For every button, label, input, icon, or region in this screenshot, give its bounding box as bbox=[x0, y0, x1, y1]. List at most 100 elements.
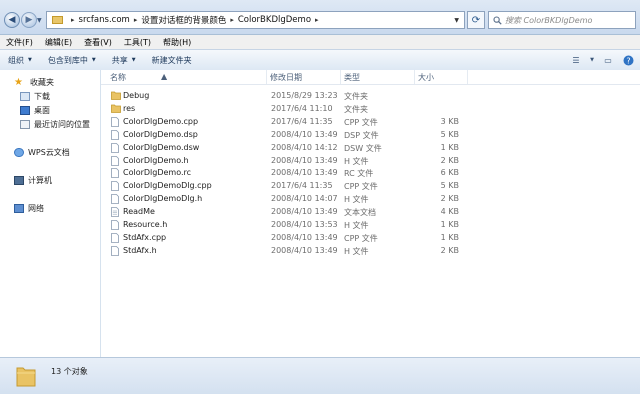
file-name: ColorDlgDemoDlg.cpp bbox=[123, 181, 212, 191]
share-button[interactable]: 共享 ▼ bbox=[104, 55, 144, 66]
chevron-right-icon[interactable]: ▸ bbox=[230, 16, 234, 24]
breadcrumb-item[interactable]: ColorBKDlgDemo bbox=[238, 15, 311, 25]
column-divider[interactable] bbox=[266, 70, 267, 84]
computer-icon bbox=[14, 176, 24, 185]
include-label: 包含到库中 bbox=[47, 55, 88, 65]
file-row[interactable]: ColorDlgDemo.rc 2008/4/10 13:49 RC 文件 6 KB bbox=[101, 167, 640, 180]
file-type: DSP 文件 bbox=[344, 130, 379, 140]
sidebar-item-wps-cloud[interactable]: WPS云文档 bbox=[14, 147, 70, 158]
help-icon[interactable]: ? bbox=[620, 53, 636, 67]
column-header-size[interactable]: 大小 bbox=[418, 72, 434, 83]
chevron-down-icon[interactable]: ▼ bbox=[588, 53, 596, 67]
file-row[interactable]: ColorDlgDemo.cpp 2017/6/4 11:35 CPP 文件 3 KB bbox=[101, 116, 640, 129]
file-row[interactable]: ColorDlgDemoDlg.h 2008/4/10 14:07 H 文件 2 KB bbox=[101, 193, 640, 206]
sidebar-item-label: 最近访问的位置 bbox=[34, 120, 90, 129]
network-icon bbox=[14, 204, 24, 213]
new-folder-button[interactable]: 新建文件夹 bbox=[144, 55, 200, 66]
search-input[interactable] bbox=[505, 15, 625, 25]
sidebar-item-label: 桌面 bbox=[34, 106, 50, 115]
sidebar-item-downloads[interactable]: 下载 bbox=[20, 91, 50, 102]
folder-icon bbox=[52, 16, 63, 24]
text-file-icon bbox=[111, 207, 119, 219]
file-size: 3 KB bbox=[440, 116, 459, 126]
file-date: 2008/4/10 13:49 bbox=[271, 232, 338, 242]
file-name: ReadMe bbox=[123, 207, 155, 217]
chevron-down-icon: ▼ bbox=[28, 57, 32, 63]
sidebar-item-network[interactable]: 网络 bbox=[14, 203, 44, 214]
sidebar-item-favorites[interactable]: ★ 收藏夹 bbox=[14, 77, 54, 88]
file-type: H 文件 bbox=[344, 156, 369, 166]
file-date: 2008/4/10 13:49 bbox=[271, 245, 338, 255]
include-in-library-button[interactable]: 包含到库中 ▼ bbox=[40, 55, 104, 66]
file-row[interactable]: StdAfx.cpp 2008/4/10 13:49 CPP 文件 1 KB bbox=[101, 232, 640, 245]
new-folder-label: 新建文件夹 bbox=[151, 55, 192, 65]
folder-icon bbox=[111, 104, 121, 115]
file-size: 1 KB bbox=[440, 142, 459, 152]
view-options-icon[interactable]: ☰ bbox=[568, 53, 584, 67]
address-bar[interactable]: ▸ srcfans.com ▸ 设置对话框的背景颜色 ▸ ColorBKDlgD… bbox=[46, 11, 465, 29]
sidebar-item-label: WPS云文档 bbox=[28, 148, 70, 157]
file-size: 4 KB bbox=[440, 207, 459, 217]
chevron-right-icon[interactable]: ▸ bbox=[315, 16, 319, 24]
column-header-name[interactable]: 名称 bbox=[110, 72, 126, 83]
sidebar-item-label: 计算机 bbox=[28, 176, 52, 185]
file-date: 2008/4/10 13:53 bbox=[271, 220, 338, 229]
folder-icon bbox=[15, 364, 37, 390]
file-row[interactable]: ColorDlgDemo.h 2008/4/10 13:49 H 文件 2 KB bbox=[101, 155, 640, 168]
file-row[interactable]: ColorDlgDemoDlg.cpp 2017/6/4 11:35 CPP 文件 5… bbox=[101, 180, 640, 193]
file-icon bbox=[111, 194, 119, 206]
file-size: 6 KB bbox=[440, 168, 459, 178]
file-name: StdAfx.h bbox=[123, 245, 157, 255]
file-row[interactable]: Debug 2015/8/29 13:23 文件夹 bbox=[101, 90, 640, 103]
column-divider[interactable] bbox=[340, 70, 341, 84]
chevron-down-icon: ▼ bbox=[131, 57, 136, 63]
file-type: H 文件 bbox=[344, 246, 369, 256]
menu-bar: 文件(F) 编辑(E) 查看(V) 工具(T) 帮助(H) bbox=[0, 35, 640, 49]
file-date: 2008/4/10 13:49 bbox=[271, 129, 338, 139]
file-row[interactable]: ReadMe 2008/4/10 13:49 文本文档 4 KB bbox=[101, 206, 640, 219]
sidebar-item-desktop[interactable]: 桌面 bbox=[20, 105, 50, 116]
breadcrumb-item[interactable]: 设置对话框的背景颜色 bbox=[141, 14, 226, 26]
refresh-button[interactable]: ⟳ bbox=[467, 11, 485, 29]
file-name: ColorDlgDemo.h bbox=[123, 155, 189, 165]
forward-button[interactable]: ▶ bbox=[21, 12, 37, 28]
column-divider[interactable] bbox=[414, 70, 415, 84]
file-date: 2008/4/10 13:49 bbox=[271, 168, 338, 178]
file-icon bbox=[111, 168, 119, 180]
menu-file[interactable]: 文件(F) bbox=[0, 37, 39, 48]
sidebar-item-recent-places[interactable]: 最近访问的位置 bbox=[20, 119, 90, 130]
column-header-type[interactable]: 类型 bbox=[344, 72, 360, 83]
command-toolbar: 组织 ▼ 包含到库中 ▼ 共享 ▼ 新建文件夹 ☰ ▼ ▭ ? bbox=[0, 49, 640, 71]
recent-pages-dropdown[interactable]: ▼ bbox=[37, 17, 42, 24]
column-header-date[interactable]: 修改日期 bbox=[270, 72, 302, 83]
chevron-down-icon[interactable]: ▼ bbox=[454, 17, 459, 24]
file-name: res bbox=[123, 103, 136, 113]
file-date: 2017/6/4 11:35 bbox=[271, 181, 333, 191]
sidebar-item-label: 收藏夹 bbox=[30, 78, 54, 87]
file-row[interactable]: ColorDlgDemo.dsp 2008/4/10 13:49 DSP 文件 5 K… bbox=[101, 129, 640, 142]
sidebar-item-computer[interactable]: 计算机 bbox=[14, 175, 52, 186]
chevron-right-icon[interactable]: ▸ bbox=[134, 16, 138, 24]
file-date: 2017/6/4 11:35 bbox=[271, 116, 333, 126]
menu-help[interactable]: 帮助(H) bbox=[157, 37, 197, 48]
menu-tools[interactable]: 工具(T) bbox=[118, 37, 157, 48]
column-divider[interactable] bbox=[467, 70, 468, 84]
file-row[interactable]: ColorDlgDemo.dsw 2008/4/10 14:12 DSW 文件 1 K… bbox=[101, 142, 640, 155]
breadcrumb-item[interactable]: srcfans.com bbox=[79, 15, 130, 25]
file-name: ColorDlgDemo.rc bbox=[123, 168, 192, 178]
file-row[interactable]: res 2017/6/4 11:10 文件夹 bbox=[101, 103, 640, 116]
chevron-right-icon[interactable]: ▸ bbox=[71, 16, 75, 24]
menu-edit[interactable]: 编辑(E) bbox=[39, 37, 78, 48]
preview-pane-icon[interactable]: ▭ bbox=[600, 53, 616, 67]
back-button[interactable]: ◀ bbox=[4, 12, 20, 28]
file-row[interactable]: StdAfx.h 2008/4/10 13:49 H 文件 2 KB bbox=[101, 245, 640, 258]
file-name: ColorDlgDemo.dsw bbox=[123, 142, 200, 152]
file-row[interactable]: Resource.h 2008/4/10 13:53 H 文件 1 KB bbox=[101, 219, 640, 232]
search-box[interactable] bbox=[488, 11, 636, 29]
file-size: 1 KB bbox=[440, 220, 459, 229]
menu-view[interactable]: 查看(V) bbox=[78, 37, 118, 48]
file-type: DSW 文件 bbox=[344, 143, 382, 153]
organize-button[interactable]: 组织 ▼ bbox=[0, 55, 40, 66]
sort-ascending-icon: ▲ bbox=[161, 72, 168, 81]
file-date: 2008/4/10 13:49 bbox=[271, 207, 338, 217]
